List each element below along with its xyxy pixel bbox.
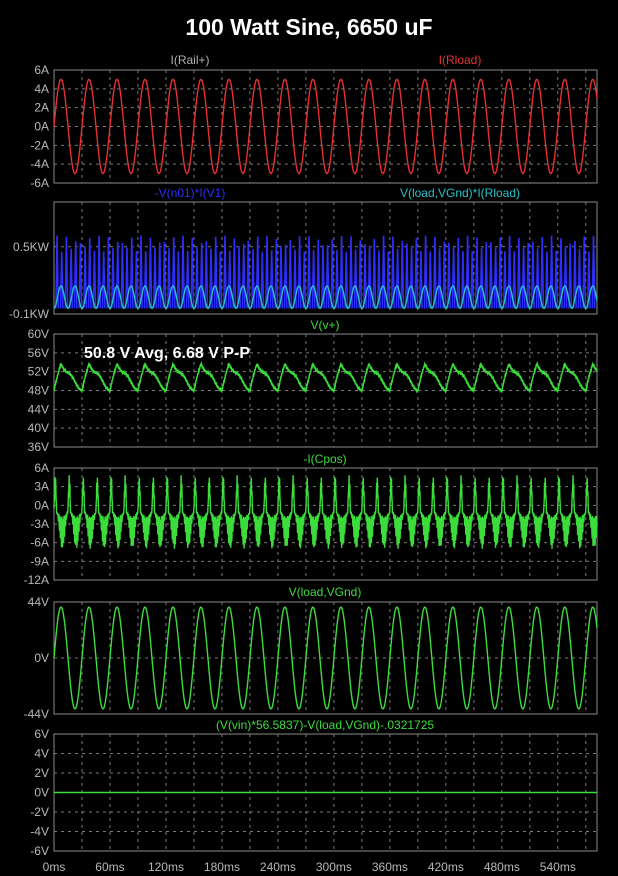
y-tick-label: 0A [34, 120, 49, 134]
y-tick-label: -9A [30, 554, 49, 568]
x-tick-label: 180ms [204, 860, 240, 874]
y-tick-label: 2A [34, 101, 49, 115]
y-tick-label: 6A [34, 63, 49, 77]
y-tick-label: 36V [28, 440, 49, 454]
x-tick-label: 540ms [540, 860, 576, 874]
y-tick-label: 44V [28, 402, 49, 416]
y-tick-label: -6V [30, 844, 49, 858]
x-tick-label: 120ms [148, 860, 184, 874]
trace-label: V(load,VGnd) [289, 585, 362, 599]
y-tick-label: 44V [28, 595, 49, 609]
y-tick-label: -0.1KW [9, 307, 50, 321]
y-tick-label: 3A [34, 480, 49, 494]
annotation-label: 50.8 V Avg, 6.68 V P-P [84, 345, 250, 362]
y-tick-label: 4A [34, 82, 49, 96]
trace-label: -V(n01)*I(V1) [155, 186, 226, 200]
trace-label: I(Rail+) [170, 53, 209, 67]
y-tick-label: -44V [24, 707, 49, 721]
y-tick-label: -6A [30, 536, 49, 550]
x-tick-label: 480ms [484, 860, 520, 874]
y-tick-label: 2V [34, 766, 49, 780]
y-tick-label: 48V [28, 384, 49, 398]
x-tick-label: 0ms [43, 860, 66, 874]
y-tick-label: -4V [30, 825, 49, 839]
y-tick-label: -6A [30, 176, 49, 190]
y-tick-label: 4V [34, 747, 49, 761]
trace-label: V(v+) [310, 318, 339, 332]
trace-label: (V(vin)*56.5837)-V(load,VGnd)-.0321725 [216, 718, 434, 732]
y-tick-label: 0V [34, 651, 49, 665]
y-tick-label: -12A [24, 573, 49, 587]
y-tick-label: 0V [34, 786, 49, 800]
y-tick-label: 40V [28, 421, 49, 435]
y-tick-label: 0.5KW [13, 240, 50, 254]
y-tick-label: 56V [28, 346, 49, 360]
y-tick-label: 60V [28, 327, 49, 341]
x-tick-label: 60ms [95, 860, 124, 874]
y-tick-label: 0A [34, 498, 49, 512]
x-tick-label: 240ms [260, 860, 296, 874]
y-tick-label: -3A [30, 517, 49, 531]
trace-label: -I(Cpos) [303, 452, 346, 466]
x-tick-label: 420ms [428, 860, 464, 874]
y-tick-label: 6A [34, 461, 49, 475]
y-tick-label: -2A [30, 138, 49, 152]
x-tick-label: 300ms [316, 860, 352, 874]
y-tick-label: 6V [34, 727, 49, 741]
waveform-plot: 6A 4A 2A 0A -2A -4A -6A I(Rail+) I(Rload) 0.5KW -0… [9, 53, 598, 874]
trace-label: V(load,VGnd)*I(Rload) [400, 186, 520, 200]
y-tick-label: -4A [30, 157, 49, 171]
x-tick-label: 360ms [372, 860, 408, 874]
trace-label: I(Rload) [439, 53, 482, 67]
y-tick-label: 52V [28, 365, 49, 379]
y-tick-label: -2V [30, 805, 49, 819]
